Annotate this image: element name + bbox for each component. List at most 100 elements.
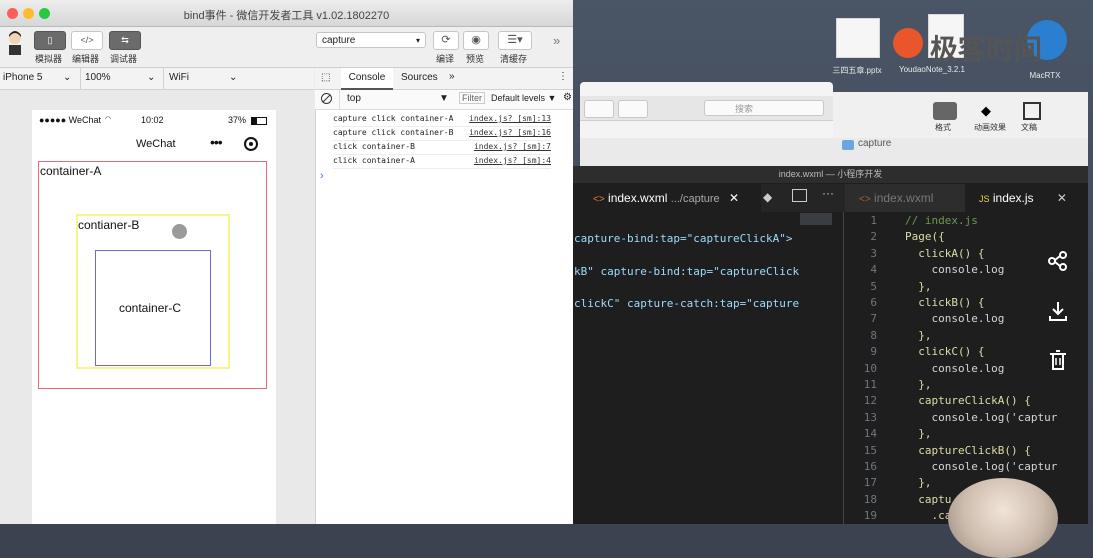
tab-sources[interactable]: Sources <box>401 72 438 83</box>
line-number: 17 <box>863 476 877 490</box>
tag-button[interactable] <box>618 100 648 118</box>
code-line[interactable]: 17 }, <box>851 476 932 489</box>
preview-button[interactable]: ◉ <box>463 31 489 50</box>
code-line[interactable]: 18 captu <box>851 493 952 506</box>
code-text: console.log('captur <box>905 460 1058 473</box>
phone-statusbar: ●●●●● WeChat ◠ 10:02 37% <box>32 112 276 128</box>
code-line[interactable]: capture-bind:tap="captureClickA"> <box>574 232 793 245</box>
code-line[interactable]: 7 console.log <box>851 312 1004 325</box>
avatar[interactable] <box>4 29 26 55</box>
animation-label: 动画效果 <box>974 123 1006 132</box>
zoom-select[interactable]: 100% ⌄ <box>85 72 155 83</box>
line-number: 5 <box>870 279 877 293</box>
chevron-down-icon: ⌄ <box>147 72 156 83</box>
battery-icon <box>251 117 267 125</box>
compile-button[interactable]: ⟳ <box>433 31 459 50</box>
clear-console-icon[interactable] <box>321 93 332 104</box>
clear-cache-button[interactable]: ☰▾ <box>498 31 532 50</box>
format-icon[interactable] <box>933 102 957 120</box>
pptx-file-icon[interactable] <box>836 18 880 58</box>
line-number: 3 <box>870 246 877 260</box>
code-text: }, <box>905 378 932 391</box>
inspect-icon[interactable]: ⬚ <box>321 72 330 83</box>
console-filter-bar: top ▼ Filter Default levels ▼ ⚙ <box>315 90 573 110</box>
filter-input[interactable]: Filter <box>459 92 485 104</box>
source-link[interactable]: index.js? [sm]:4 <box>474 156 551 165</box>
gear-icon[interactable]: ⚙ <box>563 92 572 103</box>
capsule-close-icon[interactable] <box>244 137 258 151</box>
eye-icon: ◉ <box>471 34 481 46</box>
code-line[interactable]: kB" capture-bind:tap="captureClick <box>574 265 799 278</box>
code-line[interactable]: 3 clickA() { <box>851 247 984 260</box>
js-file-icon: JS <box>979 194 990 204</box>
source-link[interactable]: index.js? [sm]:16 <box>469 128 551 137</box>
log-levels-select[interactable]: Default levels ▼ <box>491 93 556 103</box>
search-input[interactable]: 搜索 <box>704 100 824 116</box>
tab-index-wxml[interactable]: <> index.wxml .../capture ✕ <box>573 184 761 212</box>
code-line[interactable]: 8 }, <box>851 329 931 342</box>
debugger-toggle-button[interactable]: ⇆ <box>109 31 141 50</box>
chevron-down-icon: ⌄ <box>63 72 72 83</box>
code-line[interactable]: 1 // index.js <box>851 214 978 227</box>
stack-icon: ☰▾ <box>507 34 523 46</box>
split-editor-icon[interactable] <box>792 189 807 202</box>
compile-mode-select[interactable]: capture ▾ <box>316 32 426 48</box>
simulator-toggle-button[interactable]: ▯ <box>34 31 66 50</box>
code-line[interactable]: 9 clickC() { <box>851 345 984 358</box>
share-button[interactable] <box>584 100 614 118</box>
code-line[interactable]: 13 console.log('captur <box>851 410 1058 424</box>
pane-divider[interactable] <box>843 212 844 524</box>
network-select[interactable]: WiFi ⌄ <box>169 72 237 83</box>
code-line[interactable]: 11 }, <box>851 378 932 391</box>
minimap[interactable] <box>800 213 832 225</box>
code-line[interactable]: 16 console.log('captur <box>851 460 1058 473</box>
clear-cache-label: 清缓存 <box>500 54 528 64</box>
touch-cursor <box>172 224 187 239</box>
code-line[interactable]: 6 clickB() { <box>851 296 984 309</box>
line-number: 4 <box>870 263 877 277</box>
tab-index-js[interactable]: JS index.js ✕ <box>965 184 1088 212</box>
code-line[interactable]: 15 captureClickB() { <box>851 444 1031 457</box>
code-text: console.log <box>905 312 1005 326</box>
close-icon[interactable]: ✕ <box>1057 191 1067 205</box>
kebab-menu-icon[interactable]: ⋮ <box>558 71 568 82</box>
code-line[interactable]: 14 }, <box>851 427 932 440</box>
code-line[interactable]: 4 console.log <box>851 263 1004 276</box>
line-number: 10 <box>863 361 877 375</box>
document-icon[interactable] <box>1023 102 1041 120</box>
tab-index-wxml-inactive[interactable]: <> index.wxml <box>845 184 965 212</box>
chevron-down-icon: ▾ <box>415 36 420 45</box>
desktop-icon-label: 三四五章.pptx <box>832 66 882 75</box>
download-icon[interactable] <box>1046 300 1070 324</box>
context-select[interactable]: top ▼ <box>347 93 449 104</box>
more-actions-icon[interactable]: ··· <box>822 186 834 200</box>
share-icon[interactable] <box>1046 250 1070 274</box>
console-prompt[interactable]: › <box>320 170 324 182</box>
line-number: 13 <box>863 410 877 424</box>
device-select[interactable]: iPhone 5 ⌄ <box>3 72 71 83</box>
presenter-camera <box>948 478 1058 558</box>
finder-titlebar: capture <box>580 138 1088 169</box>
code-text: // index.js <box>905 214 978 227</box>
git-icon[interactable]: ◆ <box>763 190 772 204</box>
code-line[interactable]: 10 console.log <box>851 361 1005 375</box>
more-dots-icon[interactable]: ••• <box>210 134 223 150</box>
code-text: }, <box>905 427 932 441</box>
code-line[interactable]: 12 captureClickA() { <box>851 394 1031 407</box>
container-c[interactable]: container-C <box>95 250 211 366</box>
animation-icon[interactable]: ◆ <box>981 102 1001 120</box>
simulator-label: 模拟器 <box>35 54 63 64</box>
code-line[interactable]: 5 }, <box>851 279 931 293</box>
close-icon[interactable]: ✕ <box>729 191 739 205</box>
code-line[interactable]: clickC" capture-catch:tap="capture <box>574 297 799 310</box>
code-text: console.log('captur <box>905 410 1058 424</box>
source-link[interactable]: index.js? [sm]:13 <box>469 114 551 123</box>
toolbar-more-icon[interactable]: » <box>553 33 560 48</box>
tabs-more-icon[interactable]: » <box>449 71 455 82</box>
source-link[interactable]: index.js? [sm]:7 <box>474 142 551 151</box>
editor-toggle-button[interactable]: </> <box>71 31 103 50</box>
code-line[interactable]: 2 Page({ <box>851 230 944 243</box>
code-text: clickB() { <box>905 296 985 309</box>
trash-icon[interactable] <box>1046 349 1070 373</box>
tab-console[interactable]: Console <box>341 68 393 90</box>
